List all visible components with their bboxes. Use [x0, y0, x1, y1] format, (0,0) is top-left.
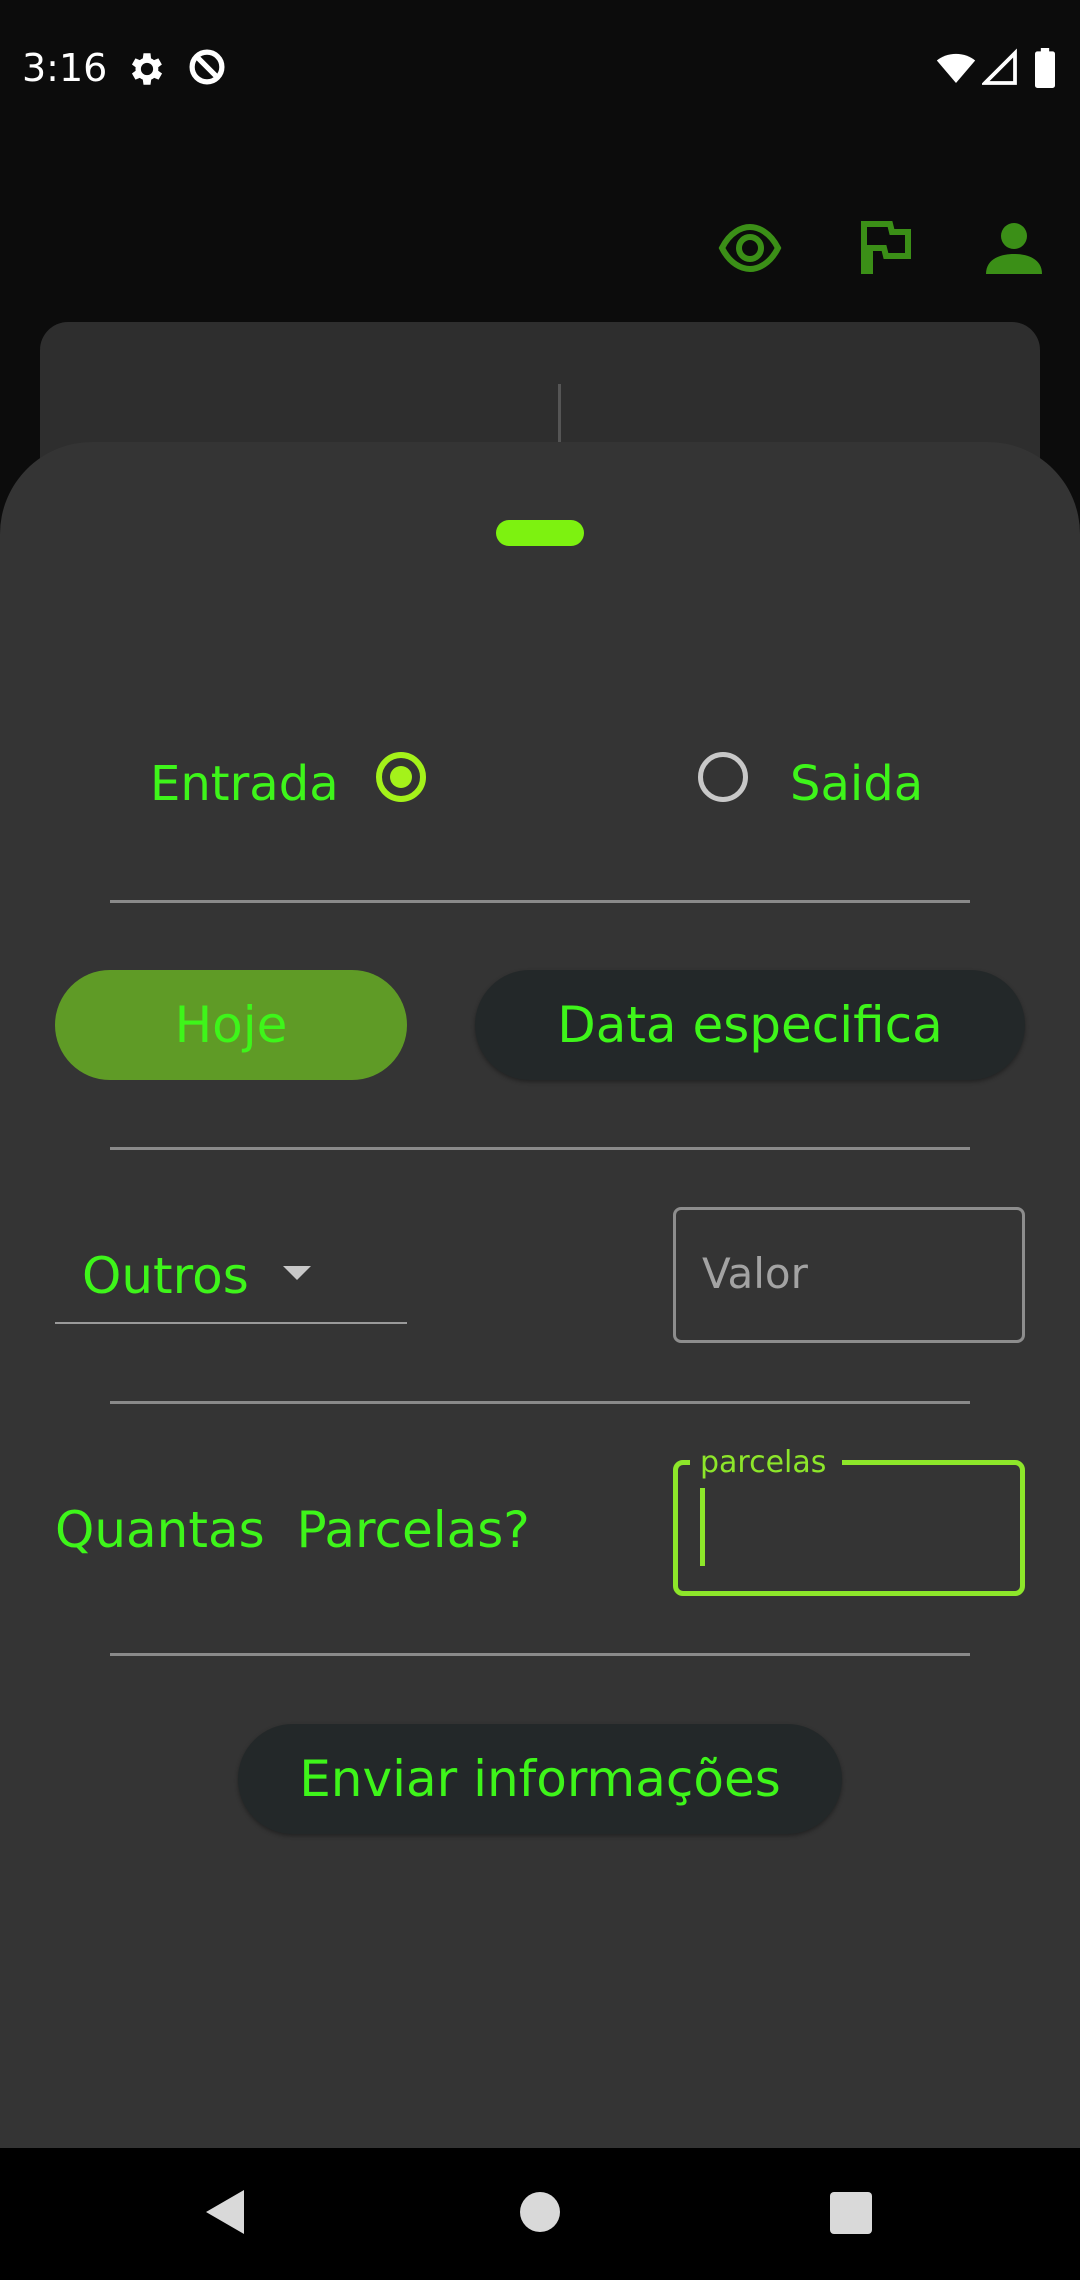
category-dropdown[interactable]: Outros	[55, 1240, 407, 1324]
eye-icon[interactable]	[718, 220, 782, 276]
valor-input[interactable]: Valor	[673, 1207, 1025, 1343]
divider	[110, 1147, 970, 1150]
wifi-icon	[936, 53, 976, 83]
parcelas-floating-label: parcelas	[700, 1445, 827, 1480]
nav-recents-icon[interactable]	[830, 2192, 872, 2234]
parcelas-input[interactable]	[673, 1460, 1025, 1596]
data-especifica-button[interactable]: Data especifica	[475, 970, 1025, 1080]
drag-handle[interactable]	[496, 520, 584, 546]
entrada-radio[interactable]	[376, 752, 426, 802]
battery-icon	[1035, 48, 1055, 88]
hoje-button[interactable]: Hoje	[55, 970, 407, 1080]
background-card-divider	[558, 384, 561, 448]
nav-home-icon[interactable]	[520, 2192, 560, 2232]
data-saver-icon	[189, 49, 225, 85]
parcelas-question: Quantas Parcelas?	[55, 1501, 530, 1559]
saida-radio[interactable]	[698, 752, 748, 802]
entrada-label[interactable]: Entrada	[150, 752, 339, 816]
dropdown-arrow-icon	[283, 1266, 311, 1280]
text-cursor	[700, 1488, 705, 1566]
nav-back-icon[interactable]	[206, 2190, 244, 2234]
saida-label[interactable]: Saida	[790, 752, 923, 816]
divider	[110, 1653, 970, 1656]
gear-icon	[131, 53, 163, 85]
person-icon[interactable]	[982, 220, 1046, 276]
divider	[110, 1401, 970, 1404]
status-bar: 3:16	[0, 0, 1080, 130]
flag-icon[interactable]	[852, 220, 916, 276]
category-selected-value: Outros	[82, 1247, 249, 1305]
valor-placeholder: Valor	[702, 1249, 808, 1298]
status-time: 3:16	[22, 46, 108, 90]
enviar-informacoes-button[interactable]: Enviar informações	[238, 1724, 842, 1834]
divider	[110, 900, 970, 903]
signal-icon	[982, 48, 1017, 85]
